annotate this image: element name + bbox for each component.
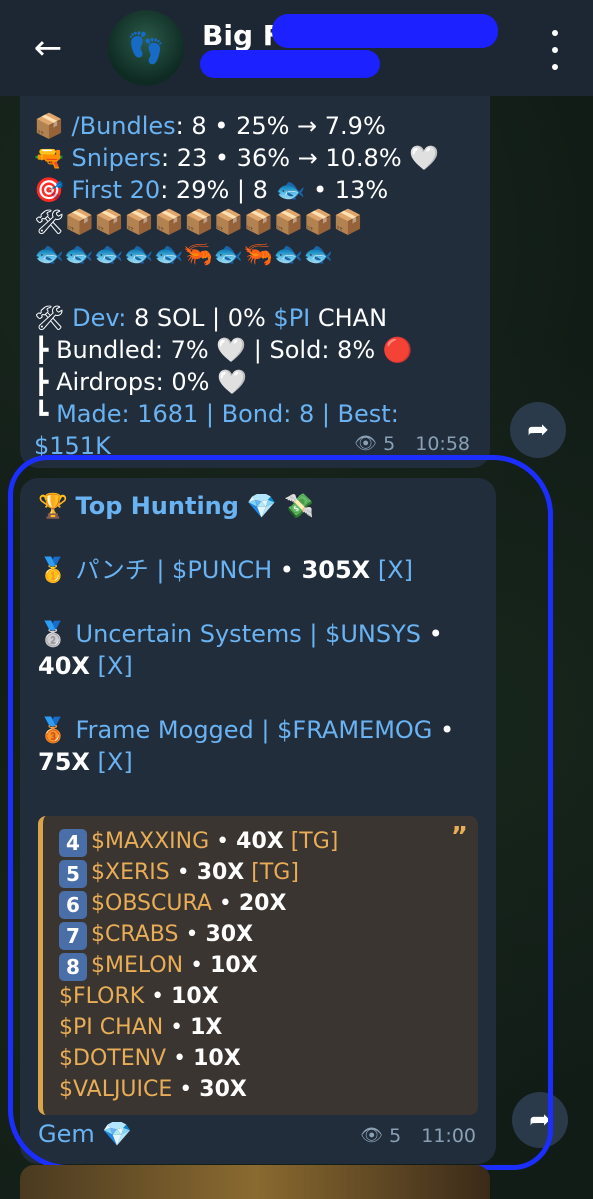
share-arrow-icon: ➦ — [527, 415, 549, 445]
eye-icon: 👁 — [354, 433, 378, 454]
gem-line: Gem 💎 — [38, 1120, 133, 1148]
eye-icon: 👁 — [360, 1125, 384, 1146]
quote-tg-link[interactable]: [TG] — [291, 829, 339, 854]
avatar[interactable]: 👣 — [108, 10, 184, 86]
x-link[interactable]: [X] — [378, 556, 413, 584]
quote-multiplier: 10X — [171, 984, 219, 1009]
x-link[interactable]: [X] — [98, 748, 133, 776]
message-time: 11:00 — [421, 1125, 476, 1147]
quote-row: 8 $MELON • 10X — [59, 950, 462, 981]
quote-multiplier: 10X — [193, 1046, 241, 1071]
message-meta: 👁 5 11:00 — [360, 1120, 476, 1152]
chat-header: ← 👣 Big F subscribers — [0, 0, 593, 96]
quote-list: 4 $MAXXING • 40X [TG] 5 $XERIS • 30X [TG] 6 $… — [59, 826, 462, 1105]
rank2-link[interactable]: Uncertain Systems | $UNSYS — [76, 620, 422, 648]
quote-multiplier: 20X — [238, 891, 287, 916]
quote-block: ” 4 $MAXXING • 40X [TG] 5 $XERIS • 30X [TG]… — [38, 816, 478, 1115]
quote-ticker-link[interactable]: $FLORK — [59, 984, 144, 1009]
made-line: ┗ Made: 1681 | Bond: 8 | Best: — [34, 400, 399, 428]
number-badge: 6 — [59, 891, 87, 919]
message-bubble-1[interactable]: 📦 /Bundles: 8 • 25% → 7.9% 🔫 Snipers: 23… — [20, 96, 490, 468]
quote-ticker-link[interactable]: $OBSCURA — [91, 891, 212, 916]
rank2-line: 🥈 Uncertain Systems | $UNSYS • — [38, 620, 443, 648]
redaction-mark — [272, 14, 498, 48]
first20-link[interactable]: First 20 — [72, 176, 161, 204]
quote-ticker-link[interactable]: $DOTENV — [59, 1046, 166, 1071]
quote-row: $VALJUICE • 30X — [59, 1077, 247, 1102]
message-meta: 👁 5 10:58 — [354, 428, 470, 460]
number-badge: 5 — [59, 860, 87, 888]
dev-line: 🛠 Dev: 8 SOL | 0% $PI CHAN — [34, 304, 388, 332]
quote-multiplier: 30X — [205, 922, 254, 947]
view-count: 5 — [389, 1125, 402, 1147]
quote-ticker-link[interactable]: $VALJUICE — [59, 1077, 172, 1102]
quote-tg-link[interactable]: [TG] — [251, 860, 299, 885]
quote-multiplier: 30X — [199, 1077, 247, 1102]
quote-multiplier: 1X — [190, 1015, 223, 1040]
top-hunting-heading: 🏆 Top Hunting 💎 💸 — [38, 492, 314, 520]
quote-ticker-link[interactable]: $MAXXING — [91, 829, 209, 854]
more-vertical-icon — [552, 30, 558, 36]
quote-row: 4 $MAXXING • 40X [TG] — [59, 826, 462, 857]
quote-row: 7 $CRABS • 30X — [59, 919, 462, 950]
quote-row: $FLORK • 10X — [59, 984, 219, 1009]
quote-row: $PI CHAN • 1X — [59, 1015, 223, 1040]
quote-ticker-link[interactable]: $XERIS — [91, 860, 170, 885]
bundles-line: 📦 /Bundles: 8 • 25% → 7.9% — [34, 112, 386, 140]
share-button[interactable]: ➦ — [512, 1092, 568, 1148]
dev-ticker-link[interactable]: $PI — [273, 304, 310, 332]
quote-multiplier: 10X — [210, 953, 258, 978]
share-button[interactable]: ➦ — [510, 402, 566, 458]
next-message-image[interactable] — [20, 1165, 490, 1199]
rank1-line: 🥇 パンチ | $PUNCH • 305X [X] — [38, 556, 413, 584]
message-bubble-2[interactable]: 🏆 Top Hunting 💎 💸 🥇 パンチ | $PUNCH • 305X … — [20, 478, 496, 1164]
fish-line: 🐟🐟🐟🐟🐟🦐🐟🦐🐟🐟 — [34, 240, 333, 268]
number-badge: 4 — [59, 829, 87, 857]
bundled-line: ┣ Bundled: 7% 🤍 | Sold: 8% 🔴 — [34, 336, 413, 364]
quote-multiplier: 40X — [236, 829, 284, 854]
quote-ticker-link[interactable]: $CRABS — [91, 922, 178, 947]
back-button[interactable]: ← — [18, 0, 78, 96]
quote-ticker-link[interactable]: $PI CHAN — [59, 1015, 163, 1040]
bundles-link[interactable]: /Bundles — [72, 112, 176, 140]
number-badge: 8 — [59, 953, 87, 981]
view-count: 5 — [383, 433, 396, 455]
message-time: 10:58 — [415, 433, 470, 455]
quote-row: 6 $OBSCURA • 20X — [59, 888, 462, 919]
footprints-icon: 👣 — [127, 30, 165, 66]
quote-row: 5 $XERIS • 30X [TG] — [59, 857, 462, 888]
made-link[interactable]: Made: 1681 | Bond: 8 | Best: — [56, 400, 399, 428]
snipers-line: 🔫 Snipers: 23 • 36% → 10.8% 🤍 — [34, 144, 440, 172]
redaction-mark — [200, 50, 380, 78]
rank3-line: 🥉 Frame Mogged | $FRAMEMOG • — [38, 716, 455, 744]
quote-icon: ” — [450, 822, 468, 852]
quote-ticker-link[interactable]: $MELON — [91, 953, 183, 978]
boxes-line: 🛠📦📦📦📦📦📦📦📦📦📦 — [34, 208, 364, 236]
quote-multiplier: 30X — [196, 860, 245, 885]
gem-link[interactable]: Gem — [38, 1120, 95, 1148]
dev-link[interactable]: Dev: — [72, 304, 126, 332]
top-hunting-link[interactable]: Top Hunting — [76, 492, 239, 520]
quote-row: $DOTENV • 10X — [59, 1046, 241, 1071]
arrow-left-icon: ← — [33, 28, 63, 68]
share-arrow-icon: ➦ — [529, 1105, 551, 1135]
first20-line: 🎯 First 20: 29% | 8 🐟 • 13% — [34, 176, 389, 204]
snipers-link[interactable]: Snipers — [72, 144, 161, 172]
x-link[interactable]: [X] — [98, 652, 133, 680]
rank3-link[interactable]: Frame Mogged | $FRAMEMOG — [76, 716, 433, 744]
airdrops-line: ┣ Airdrops: 0% 🤍 — [34, 368, 247, 396]
number-badge: 7 — [59, 922, 87, 950]
more-button[interactable] — [545, 30, 565, 70]
rank1-link[interactable]: パンチ | $PUNCH — [76, 556, 273, 584]
